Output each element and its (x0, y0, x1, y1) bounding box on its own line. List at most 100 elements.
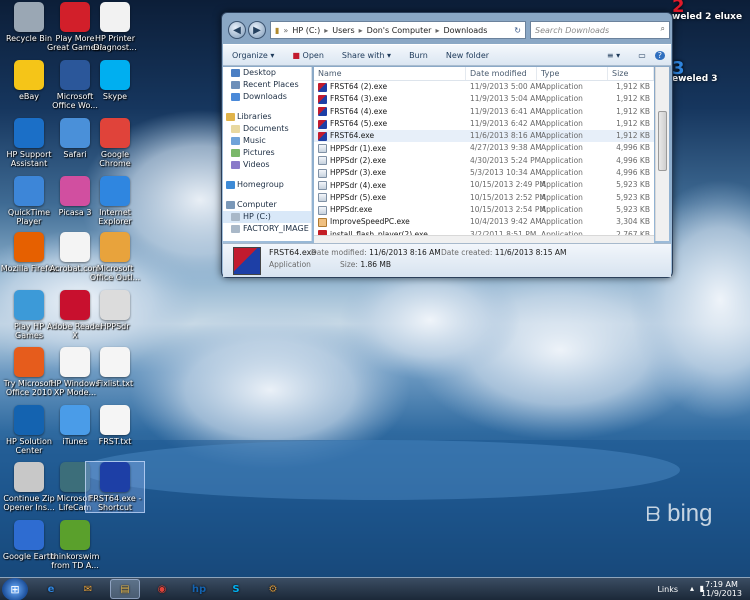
details-file-name: FRST64.exe (269, 248, 317, 257)
horizontal-scrollbar[interactable] (314, 235, 654, 243)
nav-item-icon (231, 213, 240, 221)
printer-document-icon (100, 2, 130, 32)
folder-icon: ▮ (275, 25, 280, 35)
column-header-size[interactable]: Size (608, 67, 654, 80)
nav-item-documents[interactable]: Documents (223, 123, 311, 135)
file-row[interactable]: FRST64 (4).exe 11/9/2013 6:41 AM Applicati… (314, 106, 654, 118)
search-icon[interactable]: ⌕ (661, 24, 665, 34)
office-icon (14, 347, 44, 377)
file-row[interactable]: FRST64 (2).exe 11/9/2013 5:00 AM Applicati… (314, 81, 654, 93)
desktop-icon[interactable]: HP Printer Diagnost... (86, 2, 144, 52)
file-row[interactable]: HPPSdr (1).exe 4/27/2013 9:38 AM Applicati… (314, 142, 654, 154)
nav-item-pictures[interactable]: Pictures (223, 147, 311, 159)
share-with-button[interactable]: Share with ▾ (333, 51, 400, 60)
paint-icon: ⚙ (268, 583, 278, 595)
file-name: FRST64 (3).exe (330, 94, 388, 104)
text-file-icon (100, 347, 130, 377)
file-row[interactable]: HPPSdr.exe 10/15/2013 2:54 PM Application 5… (314, 204, 654, 216)
preview-pane-button[interactable]: ▭ (629, 51, 655, 60)
taskbar-button[interactable]: S (221, 579, 251, 599)
hpp-file-icon (318, 205, 327, 215)
desktop-icon-label: FRST.txt (98, 437, 132, 446)
nav-item-icon (226, 201, 235, 209)
taskbar-button[interactable]: ✉ (73, 579, 103, 599)
file-date-modified: 4/30/2013 5:24 PM (470, 155, 542, 165)
text-file-icon (100, 405, 130, 435)
breadcrumb-item[interactable]: HP (C:) (292, 26, 320, 35)
file-date-modified: 10/15/2013 2:49 PM (470, 180, 546, 190)
column-header-type[interactable]: Type (537, 67, 608, 80)
desktop-icon[interactable]: HPPSdr (86, 290, 144, 331)
file-type: Application (541, 180, 583, 190)
desktop-icon-edge-label[interactable]: 2 weled 2 eluxe (672, 0, 742, 22)
file-row[interactable]: HPPSdr (4).exe 10/15/2013 2:49 PM Applicat… (314, 179, 654, 191)
desktop-icon[interactable]: Google Chrome (86, 118, 144, 168)
bing-watermark: ᗷ bing (646, 500, 713, 527)
taskbar-button[interactable]: ▤ (110, 579, 140, 599)
file-type: Application (541, 106, 583, 116)
file-row[interactable]: HPPSdr (3).exe 5/3/2013 10:34 AM Applicati… (314, 167, 654, 179)
desktop-icon[interactable]: Skype (86, 60, 144, 101)
back-button[interactable]: ◀ (228, 21, 246, 39)
nav-item-homegroup[interactable]: Homegroup (223, 179, 311, 191)
file-size: 1,912 KB (616, 118, 650, 128)
desktop-icon[interactable]: thinkorswim from TD A... (46, 520, 104, 570)
new-folder-button[interactable]: New folder (437, 51, 498, 60)
organize-button[interactable]: Organize ▾ (223, 51, 283, 60)
breadcrumb-item[interactable]: Don's Computer (367, 26, 432, 35)
vertical-scrollbar[interactable] (655, 67, 669, 241)
desktop-icon[interactable]: Microsoft Office Outl... (86, 232, 144, 282)
nav-item-hp-c[interactable]: HP (C:) (223, 211, 311, 223)
nav-item-libraries[interactable]: Libraries (223, 111, 311, 123)
taskbar-button[interactable]: ◉ (147, 579, 177, 599)
help-button[interactable]: ? (654, 50, 665, 60)
file-row[interactable]: FRST64 (5).exe 11/9/2013 6:42 AM Applicati… (314, 118, 654, 130)
show-hidden-icons-icon[interactable]: ▴ (690, 584, 694, 593)
file-row[interactable]: HPPSdr (5).exe 10/15/2013 2:52 PM Applicat… (314, 192, 654, 204)
refresh-icon[interactable]: ↻ (514, 26, 525, 35)
forward-button[interactable]: ▶ (248, 21, 266, 39)
file-row[interactable]: HPPSdr (2).exe 4/30/2013 5:24 PM Applicati… (314, 155, 654, 167)
taskbar-button[interactable]: ⚙ (258, 579, 288, 599)
breadcrumb-item[interactable]: Downloads (443, 26, 487, 35)
search-input[interactable]: Search Downloads ⌕ (530, 21, 670, 39)
links-toolbar[interactable]: Links (657, 585, 678, 594)
start-button[interactable]: ⊞ (2, 578, 28, 600)
desktop-icon[interactable]: Fixlist.txt (86, 347, 144, 388)
nav-item-computer[interactable]: Computer (223, 199, 311, 211)
file-size: 3,304 KB (616, 217, 650, 227)
open-button[interactable]: ■ Open (283, 51, 332, 60)
scrollbar-thumb[interactable] (658, 111, 667, 171)
nav-item-music[interactable]: Music (223, 135, 311, 147)
hpp-file-icon (318, 168, 327, 178)
file-row[interactable]: FRST64.exe 11/6/2013 8:16 AM Application 1,… (314, 130, 654, 143)
nav-item-icon (231, 225, 240, 233)
taskbar-button[interactable]: e (36, 579, 66, 599)
desktop-icon[interactable]: FRST.txt (86, 405, 144, 446)
burn-button[interactable]: Burn (400, 51, 437, 60)
explorer-window[interactable]: ◀ ▶ ▮ » HP (C:) ▸ Users ▸ Don's Computer… (221, 12, 673, 278)
chrome-icon (100, 118, 130, 148)
breadcrumb-item[interactable]: Users (332, 26, 354, 35)
column-header-date-modified[interactable]: Date modified (466, 67, 537, 80)
file-row[interactable]: ImproveSpeedPC.exe 10/4/2013 9:42 AM Appli… (314, 216, 654, 228)
nav-item-factory-image[interactable]: FACTORY_IMAGE (223, 223, 311, 235)
desktop-icon[interactable]: Internet Explorer (86, 176, 144, 226)
file-name: FRST64 (5).exe (330, 119, 388, 129)
file-row[interactable]: FRST64 (3).exe 11/9/2013 5:04 AM Applicati… (314, 93, 654, 105)
column-header-name[interactable]: Name (314, 67, 466, 80)
views-button[interactable]: ≡ ▾ (598, 51, 629, 60)
taskbar-button[interactable]: hp (184, 579, 214, 599)
frst-file-icon (318, 94, 327, 104)
desktop-icon-edge-label[interactable]: 3 eweled 3 (672, 60, 718, 85)
address-bar[interactable]: ▮ » HP (C:) ▸ Users ▸ Don's Computer ▸ D… (270, 21, 526, 39)
clock[interactable]: 7:19 AM 11/9/2013 (701, 580, 742, 598)
nav-item-recent-places[interactable]: Recent Places (223, 79, 311, 91)
nav-item-videos[interactable]: Videos (223, 159, 311, 171)
desktop-icon[interactable]: FRST64.exe - Shortcut (85, 461, 145, 513)
nav-item-desktop[interactable]: Desktop (223, 67, 311, 79)
clock-time: 7:19 AM (705, 580, 738, 589)
nav-item-downloads[interactable]: Downloads (223, 91, 311, 103)
outlook-icon (100, 232, 130, 262)
size-value: 1.86 MB (360, 260, 392, 269)
